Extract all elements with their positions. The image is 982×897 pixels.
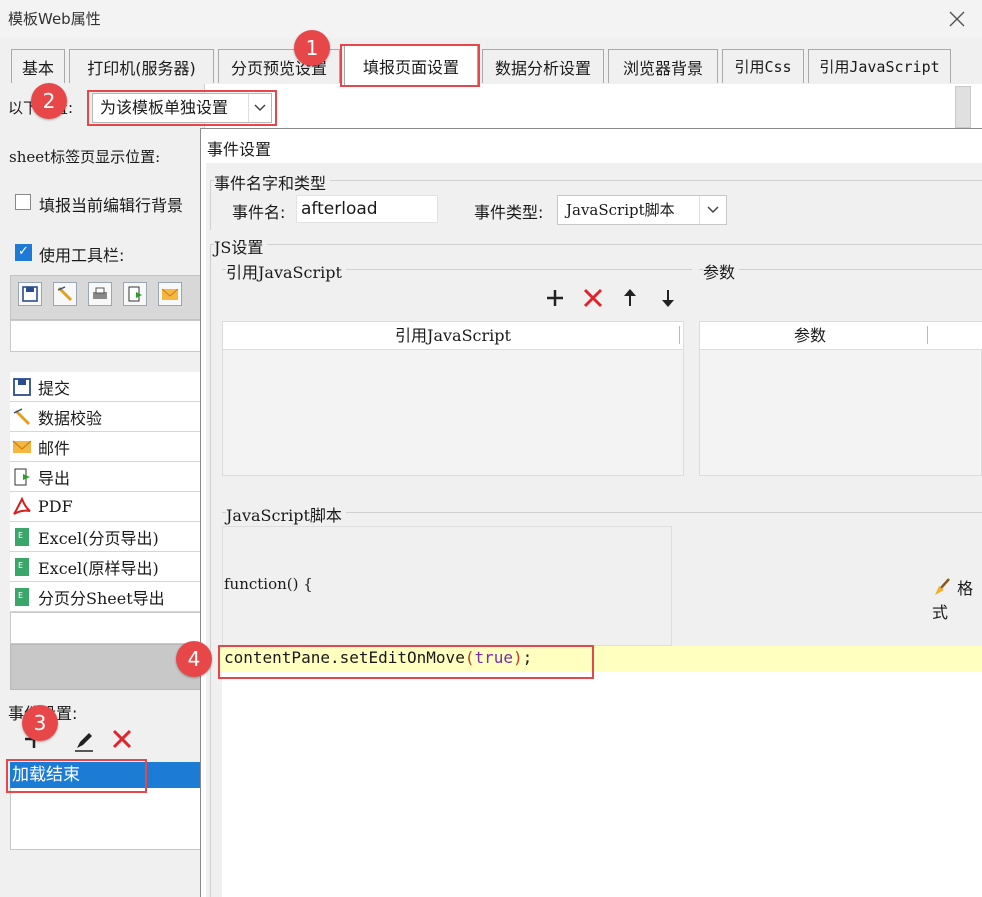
excel-icon: E <box>11 556 33 578</box>
column-divider <box>927 326 928 344</box>
list-item[interactable]: PDF <box>10 492 202 522</box>
scrollbar[interactable] <box>955 86 971 128</box>
toolbar-blank-row <box>10 320 202 352</box>
mail-icon <box>11 436 33 458</box>
annotation-badge: 1 <box>294 30 330 66</box>
close-icon[interactable] <box>944 6 970 32</box>
toolbar-gray-bar <box>10 644 202 690</box>
tab-data-analysis[interactable]: 数据分析设置 <box>482 49 604 83</box>
annotation-box <box>340 44 480 87</box>
svg-text:E: E <box>18 591 23 600</box>
name-type-group-title: 事件名字和类型 <box>214 170 331 194</box>
ref-js-column-header: 引用JavaScript <box>223 322 683 350</box>
broom-icon <box>932 578 952 598</box>
annotation-badge: 4 <box>176 641 212 677</box>
list-item[interactable]: E Excel(原样导出) <box>10 552 202 582</box>
column-divider <box>679 326 680 344</box>
svg-text:E: E <box>18 531 23 540</box>
list-item-label: 导出 <box>38 468 71 488</box>
event-type-value: JavaScript脚本 <box>566 201 675 219</box>
title-bar <box>0 0 982 38</box>
toolbar-checkbox-label: 使用工具栏: <box>39 246 125 265</box>
event-type-label: 事件类型: <box>474 203 544 222</box>
code-editor[interactable] <box>222 672 982 897</box>
tab-browser-bg[interactable]: 浏览器背景 <box>608 49 718 83</box>
list-item-label: Excel(分页导出) <box>38 528 159 548</box>
list-item[interactable]: E Excel(分页导出) <box>10 522 202 552</box>
list-item[interactable]: 导出 <box>10 462 202 492</box>
delete-icon[interactable] <box>581 286 605 310</box>
toolbar-blank-row <box>10 612 202 644</box>
svg-text:E: E <box>18 561 23 570</box>
annotation-box <box>6 759 147 793</box>
check-pencil-icon <box>11 406 33 428</box>
dialog-title: 事件设置 <box>207 140 272 159</box>
save-icon[interactable] <box>18 282 42 306</box>
list-item-label: 数据校验 <box>38 408 103 428</box>
edit-icon[interactable] <box>72 729 96 753</box>
group-border <box>210 180 211 230</box>
annotation-box <box>87 90 277 126</box>
list-item-label: 分页分Sheet导出 <box>38 588 165 608</box>
pdf-icon <box>11 496 33 518</box>
sheet-tab-position-label: sheet标签页显示位置: <box>9 148 161 166</box>
params-column-label: 参数 <box>794 326 827 345</box>
section-border <box>699 269 982 270</box>
params-section-title: 参数 <box>703 259 740 283</box>
tab-printer[interactable]: 打印机(服务器) <box>69 49 214 83</box>
list-item[interactable]: 邮件 <box>10 432 202 462</box>
format-button[interactable]: 格式 <box>932 575 982 623</box>
tab-basic[interactable]: 基本 <box>11 49 65 83</box>
script-section-title: JavaScript脚本 <box>226 502 346 526</box>
toolbar-items-list: 提交 数据校验 邮件 导出 PDF E Excel(分页导出) E Excel(… <box>10 372 202 612</box>
function-header: function() { <box>224 575 313 593</box>
annotation-badge: 3 <box>22 705 58 741</box>
event-type-select[interactable]: JavaScript脚本 <box>557 195 727 225</box>
mail-icon[interactable] <box>158 282 182 306</box>
list-item[interactable]: 提交 <box>10 372 202 402</box>
print-icon[interactable] <box>88 282 112 306</box>
list-item-label: 邮件 <box>38 438 71 458</box>
toolbar-checkbox[interactable]: ✓ <box>15 244 32 261</box>
tab-ref-js[interactable]: 引用JavaScript <box>808 49 951 83</box>
toolbar-preview <box>10 275 202 320</box>
delete-icon[interactable] <box>110 727 134 753</box>
excel-icon: E <box>11 526 33 548</box>
annotation-badge: 2 <box>31 83 67 119</box>
list-item[interactable]: 数据校验 <box>10 402 202 432</box>
check-pencil-icon[interactable] <box>53 282 77 306</box>
annotation-box <box>218 645 594 679</box>
list-item-label: 提交 <box>38 378 71 398</box>
event-name-label: 事件名: <box>232 203 286 222</box>
event-name-input[interactable]: afterload <box>296 195 438 223</box>
excel-icon: E <box>11 586 33 608</box>
chevron-down-icon[interactable] <box>699 196 726 224</box>
group-border <box>210 244 211 897</box>
bg-checkbox-label: 填报当前编辑行背景 <box>39 196 184 215</box>
list-item[interactable]: E 分页分Sheet导出 <box>10 582 202 612</box>
list-item-label: PDF <box>38 497 73 516</box>
save-icon <box>11 376 33 398</box>
window-title: 模板Web属性 <box>8 10 101 28</box>
group-border <box>210 244 982 245</box>
tab-ref-css[interactable]: 引用Css <box>722 49 804 83</box>
list-item-label: Excel(原样导出) <box>38 558 159 578</box>
add-icon[interactable] <box>543 286 567 310</box>
export-icon <box>11 466 33 488</box>
params-column-header: 参数 <box>700 322 982 350</box>
bg-checkbox[interactable] <box>15 194 31 210</box>
ref-js-section-title: 引用JavaScript <box>226 259 346 283</box>
js-settings-group-title: JS设置 <box>214 234 268 258</box>
move-up-icon[interactable] <box>618 286 642 310</box>
move-down-icon[interactable] <box>656 286 680 310</box>
export-icon[interactable] <box>123 282 147 306</box>
